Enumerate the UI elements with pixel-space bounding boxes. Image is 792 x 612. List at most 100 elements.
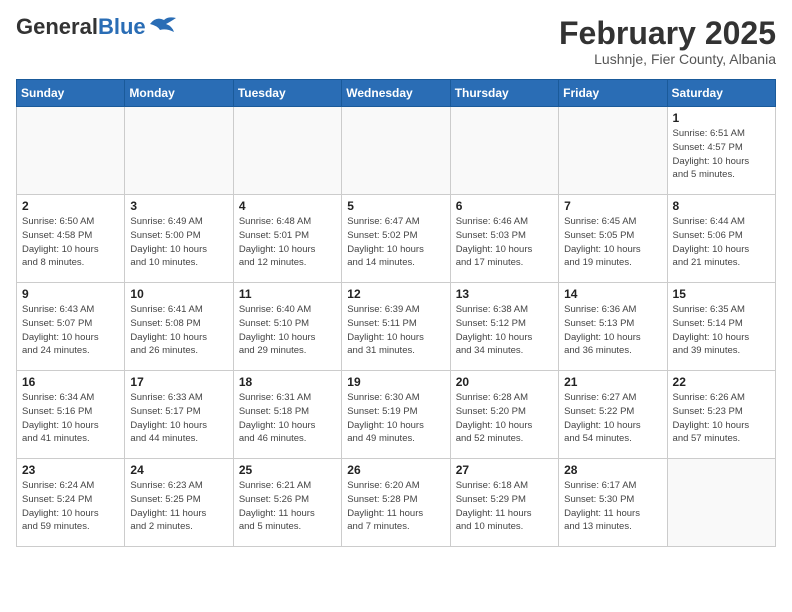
day-number: 16 — [22, 375, 119, 389]
day-info: Sunrise: 6:47 AM Sunset: 5:02 PM Dayligh… — [347, 215, 444, 270]
day-info: Sunrise: 6:17 AM Sunset: 5:30 PM Dayligh… — [564, 479, 661, 534]
day-info: Sunrise: 6:34 AM Sunset: 5:16 PM Dayligh… — [22, 391, 119, 446]
day-info: Sunrise: 6:35 AM Sunset: 5:14 PM Dayligh… — [673, 303, 770, 358]
day-number: 23 — [22, 463, 119, 477]
calendar-cell: 14 Sunrise: 6:36 AM Sunset: 5:13 PM Dayli… — [559, 283, 667, 371]
calendar-cell — [125, 107, 233, 195]
calendar-cell: 5 Sunrise: 6:47 AM Sunset: 5:02 PM Daylig… — [342, 195, 450, 283]
day-number: 14 — [564, 287, 661, 301]
day-number: 19 — [347, 375, 444, 389]
day-number: 7 — [564, 199, 661, 213]
calendar-cell: 27Sunrise: 6:18 AM Sunset: 5:29 PM Dayli… — [450, 459, 558, 547]
title-block: February 2025 Lushnje, Fier County, Alba… — [559, 16, 776, 67]
day-info: Sunrise: 6:18 AM Sunset: 5:29 PM Dayligh… — [456, 479, 553, 534]
day-info: Sunrise: 6:21 AM Sunset: 5:26 PM Dayligh… — [239, 479, 336, 534]
day-number: 20 — [456, 375, 553, 389]
day-number: 26 — [347, 463, 444, 477]
day-number: 15 — [673, 287, 770, 301]
calendar-header-wednesday: Wednesday — [342, 80, 450, 107]
day-number: 21 — [564, 375, 661, 389]
logo: GeneralBlue — [16, 16, 178, 38]
calendar-cell: 19 Sunrise: 6:30 AM Sunset: 5:19 PM Dayli… — [342, 371, 450, 459]
day-info: Sunrise: 6:50 AM Sunset: 4:58 PM Dayligh… — [22, 215, 119, 270]
calendar-week-row: 2 Sunrise: 6:50 AM Sunset: 4:58 PM Daylig… — [17, 195, 776, 283]
calendar-week-row: 1 Sunrise: 6:51 AM Sunset: 4:57 PM Daylig… — [17, 107, 776, 195]
calendar-table: SundayMondayTuesdayWednesdayThursdayFrid… — [16, 79, 776, 547]
calendar-week-row: 23 Sunrise: 6:24 AM Sunset: 5:24 PM Dayli… — [17, 459, 776, 547]
day-number: 4 — [239, 199, 336, 213]
calendar-header-sunday: Sunday — [17, 80, 125, 107]
calendar-cell: 3Sunrise: 6:49 AM Sunset: 5:00 PM Daylig… — [125, 195, 233, 283]
calendar-cell: 7 Sunrise: 6:45 AM Sunset: 5:05 PM Daylig… — [559, 195, 667, 283]
day-info: Sunrise: 6:28 AM Sunset: 5:20 PM Dayligh… — [456, 391, 553, 446]
day-number: 18 — [239, 375, 336, 389]
calendar-week-row: 9Sunrise: 6:43 AM Sunset: 5:07 PM Daylig… — [17, 283, 776, 371]
day-number: 22 — [673, 375, 770, 389]
day-number: 28 — [564, 463, 661, 477]
calendar-cell: 23 Sunrise: 6:24 AM Sunset: 5:24 PM Dayli… — [17, 459, 125, 547]
calendar-header-monday: Monday — [125, 80, 233, 107]
calendar-cell: 6 Sunrise: 6:46 AM Sunset: 5:03 PM Daylig… — [450, 195, 558, 283]
day-info: Sunrise: 6:20 AM Sunset: 5:28 PM Dayligh… — [347, 479, 444, 534]
day-number: 5 — [347, 199, 444, 213]
day-number: 11 — [239, 287, 336, 301]
day-info: Sunrise: 6:36 AM Sunset: 5:13 PM Dayligh… — [564, 303, 661, 358]
calendar-cell: 8Sunrise: 6:44 AM Sunset: 5:06 PM Daylig… — [667, 195, 775, 283]
month-title: February 2025 — [559, 16, 776, 51]
day-info: Sunrise: 6:40 AM Sunset: 5:10 PM Dayligh… — [239, 303, 336, 358]
day-number: 24 — [130, 463, 227, 477]
calendar-header-tuesday: Tuesday — [233, 80, 341, 107]
day-info: Sunrise: 6:31 AM Sunset: 5:18 PM Dayligh… — [239, 391, 336, 446]
day-number: 12 — [347, 287, 444, 301]
day-info: Sunrise: 6:41 AM Sunset: 5:08 PM Dayligh… — [130, 303, 227, 358]
day-info: Sunrise: 6:46 AM Sunset: 5:03 PM Dayligh… — [456, 215, 553, 270]
calendar-cell — [342, 107, 450, 195]
day-info: Sunrise: 6:27 AM Sunset: 5:22 PM Dayligh… — [564, 391, 661, 446]
day-number: 17 — [130, 375, 227, 389]
calendar-cell: 1 Sunrise: 6:51 AM Sunset: 4:57 PM Daylig… — [667, 107, 775, 195]
calendar-cell — [17, 107, 125, 195]
day-info: Sunrise: 6:33 AM Sunset: 5:17 PM Dayligh… — [130, 391, 227, 446]
calendar-cell: 28 Sunrise: 6:17 AM Sunset: 5:30 PM Dayli… — [559, 459, 667, 547]
calendar-week-row: 16 Sunrise: 6:34 AM Sunset: 5:16 PM Dayli… — [17, 371, 776, 459]
calendar-header-friday: Friday — [559, 80, 667, 107]
location-subtitle: Lushnje, Fier County, Albania — [559, 51, 776, 67]
calendar-cell — [233, 107, 341, 195]
calendar-cell — [559, 107, 667, 195]
calendar-cell: 17 Sunrise: 6:33 AM Sunset: 5:17 PM Dayli… — [125, 371, 233, 459]
calendar-cell: 4Sunrise: 6:48 AM Sunset: 5:01 PM Daylig… — [233, 195, 341, 283]
calendar-cell: 25 Sunrise: 6:21 AM Sunset: 5:26 PM Dayli… — [233, 459, 341, 547]
day-number: 2 — [22, 199, 119, 213]
calendar-cell: 24Sunrise: 6:23 AM Sunset: 5:25 PM Dayli… — [125, 459, 233, 547]
calendar-cell: 12 Sunrise: 6:39 AM Sunset: 5:11 PM Dayli… — [342, 283, 450, 371]
day-info: Sunrise: 6:24 AM Sunset: 5:24 PM Dayligh… — [22, 479, 119, 534]
calendar-cell: 20 Sunrise: 6:28 AM Sunset: 5:20 PM Dayli… — [450, 371, 558, 459]
calendar-cell — [667, 459, 775, 547]
day-info: Sunrise: 6:38 AM Sunset: 5:12 PM Dayligh… — [456, 303, 553, 358]
calendar-cell: 18 Sunrise: 6:31 AM Sunset: 5:18 PM Dayli… — [233, 371, 341, 459]
day-info: Sunrise: 6:26 AM Sunset: 5:23 PM Dayligh… — [673, 391, 770, 446]
calendar-cell: 15 Sunrise: 6:35 AM Sunset: 5:14 PM Dayli… — [667, 283, 775, 371]
calendar-cell — [450, 107, 558, 195]
day-info: Sunrise: 6:39 AM Sunset: 5:11 PM Dayligh… — [347, 303, 444, 358]
calendar-cell: 11 Sunrise: 6:40 AM Sunset: 5:10 PM Dayli… — [233, 283, 341, 371]
day-info: Sunrise: 6:49 AM Sunset: 5:00 PM Dayligh… — [130, 215, 227, 270]
calendar-cell: 22 Sunrise: 6:26 AM Sunset: 5:23 PM Dayli… — [667, 371, 775, 459]
calendar-header-row: SundayMondayTuesdayWednesdayThursdayFrid… — [17, 80, 776, 107]
logo-bird-icon — [148, 14, 178, 36]
day-number: 6 — [456, 199, 553, 213]
day-info: Sunrise: 6:51 AM Sunset: 4:57 PM Dayligh… — [673, 127, 770, 182]
day-number: 25 — [239, 463, 336, 477]
day-number: 1 — [673, 111, 770, 125]
day-info: Sunrise: 6:30 AM Sunset: 5:19 PM Dayligh… — [347, 391, 444, 446]
calendar-cell: 10Sunrise: 6:41 AM Sunset: 5:08 PM Dayli… — [125, 283, 233, 371]
calendar-header-thursday: Thursday — [450, 80, 558, 107]
calendar-cell: 16 Sunrise: 6:34 AM Sunset: 5:16 PM Dayli… — [17, 371, 125, 459]
day-number: 9 — [22, 287, 119, 301]
calendar-cell: 26 Sunrise: 6:20 AM Sunset: 5:28 PM Dayli… — [342, 459, 450, 547]
page-header: GeneralBlue February 2025 Lushnje, Fier … — [16, 16, 776, 67]
day-info: Sunrise: 6:45 AM Sunset: 5:05 PM Dayligh… — [564, 215, 661, 270]
day-number: 13 — [456, 287, 553, 301]
calendar-cell: 21 Sunrise: 6:27 AM Sunset: 5:22 PM Dayli… — [559, 371, 667, 459]
calendar-cell: 2 Sunrise: 6:50 AM Sunset: 4:58 PM Daylig… — [17, 195, 125, 283]
